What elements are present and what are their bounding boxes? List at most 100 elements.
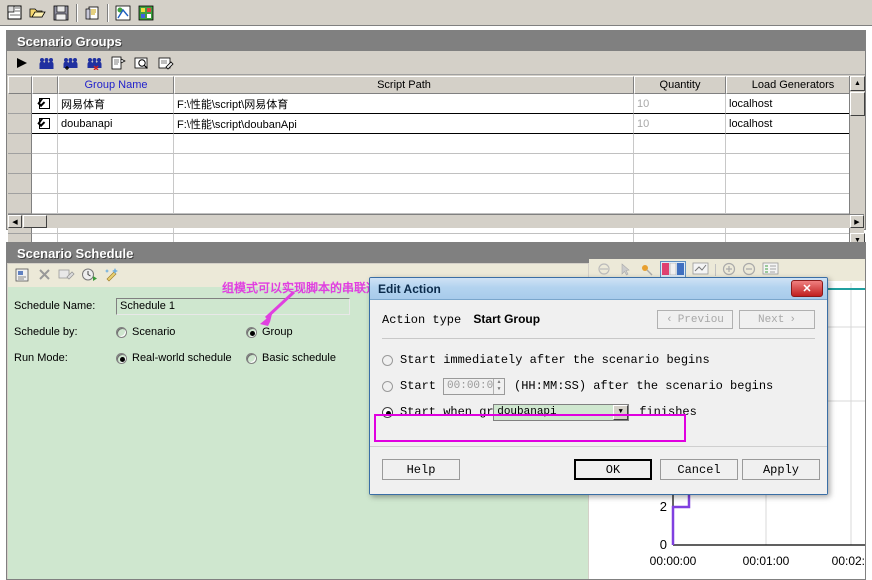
svg-text:00:00:00: 00:00:00 — [650, 554, 697, 568]
details-icon[interactable] — [107, 53, 129, 73]
radio-real-world-label: Real-world schedule — [132, 352, 232, 364]
radio-scenario-indicator[interactable] — [116, 326, 127, 338]
toolbar-separator-5 — [715, 264, 716, 276]
cell-group-name[interactable]: 网易体育 — [58, 94, 174, 114]
radio-group-indicator[interactable] — [246, 326, 257, 338]
add-group-icon[interactable] — [59, 53, 81, 73]
scroll-left-icon[interactable]: ◀ — [8, 215, 22, 228]
new-scenario-icon[interactable] — [4, 1, 26, 24]
next-label: Next — [757, 313, 785, 326]
close-icon[interactable]: ✕ — [791, 280, 823, 297]
radio-schedule-by-scenario[interactable]: Scenario — [116, 326, 246, 338]
grid-header-quantity[interactable]: Quantity — [634, 76, 726, 94]
toolbar-separator-1 — [73, 3, 80, 23]
svg-text:00:01:00: 00:01:00 — [743, 554, 790, 568]
interactive-schedule-icon[interactable] — [597, 262, 612, 279]
option2-radio[interactable] — [382, 380, 393, 392]
save-icon[interactable] — [50, 1, 72, 24]
scroll-right-icon[interactable]: ▶ — [850, 215, 864, 228]
cell-script-path[interactable]: F:\性能\script\doubanApi — [174, 114, 634, 134]
table-row-empty[interactable] — [8, 134, 864, 154]
cancel-button[interactable]: Cancel — [660, 459, 738, 480]
schedule-name-input[interactable]: Schedule 1 — [116, 297, 350, 315]
dialog-title-text: Edit Action — [378, 281, 441, 296]
new-schedule-icon[interactable] — [14, 267, 31, 286]
vusers-icon[interactable] — [35, 53, 57, 73]
dialog-body: Action type Start Group ‹ Previou Next › — [370, 300, 827, 494]
next-button[interactable]: Next › — [739, 310, 815, 329]
highlight-annotation-box — [374, 414, 686, 442]
row-checkbox-cell[interactable] — [32, 94, 58, 114]
wizard-icon[interactable] — [104, 267, 121, 285]
run-view-icon[interactable] — [135, 1, 157, 24]
schedule-name-label: Schedule Name: — [14, 300, 96, 312]
groups-horizontal-scrollbar[interactable]: ◀ ▶ — [8, 214, 864, 228]
previous-button[interactable]: ‹ Previou — [657, 310, 733, 329]
reports-icon[interactable] — [81, 1, 103, 24]
cell-load-generators[interactable]: localhost — [726, 114, 860, 134]
remove-group-icon[interactable] — [83, 53, 105, 73]
horizontal-scroll-thumb[interactable] — [23, 215, 47, 228]
apply-button[interactable]: Apply — [742, 459, 820, 480]
action-type-group: Action type Start Group — [382, 312, 540, 327]
scenario-groups-panel: Scenario Groups Group Name Script Path Q… — [6, 30, 866, 254]
run-time-icon[interactable] — [81, 267, 98, 285]
cell-group-name[interactable]: doubanapi — [58, 114, 174, 134]
pointer-icon[interactable] — [618, 262, 633, 279]
cell-script-path[interactable]: F:\性能\script\网易体育 — [174, 94, 634, 114]
spinner-arrows-icon[interactable]: ▲ ▼ — [493, 378, 505, 394]
option1-radio[interactable] — [382, 354, 393, 366]
grid-header-load-generators[interactable]: Load Generators — [726, 76, 860, 94]
zoom-out-icon[interactable] — [742, 262, 756, 279]
view-script-icon[interactable] — [131, 53, 153, 73]
ok-button[interactable]: OK — [574, 459, 652, 480]
dialog-action-type-row: Action type Start Group ‹ Previou Next › — [382, 310, 815, 329]
annotation-arrow-icon — [260, 290, 296, 326]
option-start-immediately[interactable]: Start immediately after the scenario beg… — [382, 349, 815, 371]
option2-suffix: (HH:MM:SS) after the scenario begins — [514, 379, 774, 393]
row-checkbox-cell[interactable] — [32, 114, 58, 134]
design-view-icon[interactable] — [112, 1, 134, 24]
grid-header-group-name[interactable]: Group Name — [58, 76, 174, 94]
open-folder-icon[interactable] — [27, 1, 49, 24]
option-start-after-delay[interactable]: Start 00:00:00 ▲ ▼ (HH:MM:SS) after the s… — [382, 375, 815, 397]
option1-label: Start immediately after the scenario beg… — [400, 353, 710, 367]
zoom-in-icon[interactable] — [722, 262, 736, 279]
delete-schedule-icon[interactable] — [37, 267, 52, 285]
legend-icon[interactable] — [762, 262, 779, 278]
table-row-empty[interactable] — [8, 194, 864, 214]
table-row-empty[interactable] — [8, 174, 864, 194]
scroll-up-icon[interactable]: ▲ — [850, 76, 865, 91]
rename-schedule-icon[interactable] — [58, 267, 75, 285]
action-type-value: Start Group — [473, 312, 541, 326]
grid-header-script-path[interactable]: Script Path — [174, 76, 634, 94]
row-checkbox[interactable] — [39, 118, 50, 129]
vertical-scroll-thumb[interactable] — [850, 92, 865, 116]
row-marker — [8, 114, 32, 134]
start-scenario-icon[interactable] — [11, 53, 33, 73]
schedule-by-label: Schedule by: — [14, 326, 78, 338]
grid-header-marker — [8, 76, 32, 94]
radio-real-world-indicator[interactable] — [116, 352, 127, 364]
cell-quantity[interactable]: 10 — [634, 114, 726, 134]
delay-time-spinner[interactable]: 00:00:00 ▲ ▼ — [443, 377, 506, 395]
marker-icon[interactable] — [639, 262, 654, 279]
previous-label: Previou — [677, 313, 724, 326]
table-row[interactable]: 网易体育 F:\性能\script\网易体育 10 localhost — [8, 94, 864, 114]
radio-real-world-schedule[interactable]: Real-world schedule — [116, 352, 246, 364]
table-row[interactable]: doubanapi F:\性能\script\doubanApi 10 loca… — [8, 114, 864, 134]
table-row-empty[interactable] — [8, 154, 864, 174]
application-window: Scenario Groups Group Name Script Path Q… — [0, 0, 872, 580]
help-button[interactable]: Help — [382, 459, 460, 480]
cell-quantity[interactable]: 10 — [634, 94, 726, 114]
dialog-footer: Help OK Cancel Apply — [370, 446, 827, 494]
run-mode-label: Run Mode: — [14, 352, 68, 364]
radio-basic-schedule[interactable]: Basic schedule — [246, 352, 336, 364]
row-checkbox[interactable] — [39, 98, 50, 109]
option2-prefix: Start — [400, 379, 437, 393]
dialog-titlebar[interactable]: Edit Action ✕ — [370, 278, 827, 300]
chart-view-icon[interactable] — [692, 262, 709, 278]
radio-basic-indicator[interactable] — [246, 352, 257, 364]
edit-script-icon[interactable] — [155, 53, 177, 73]
cell-load-generators[interactable]: localhost — [726, 94, 860, 114]
